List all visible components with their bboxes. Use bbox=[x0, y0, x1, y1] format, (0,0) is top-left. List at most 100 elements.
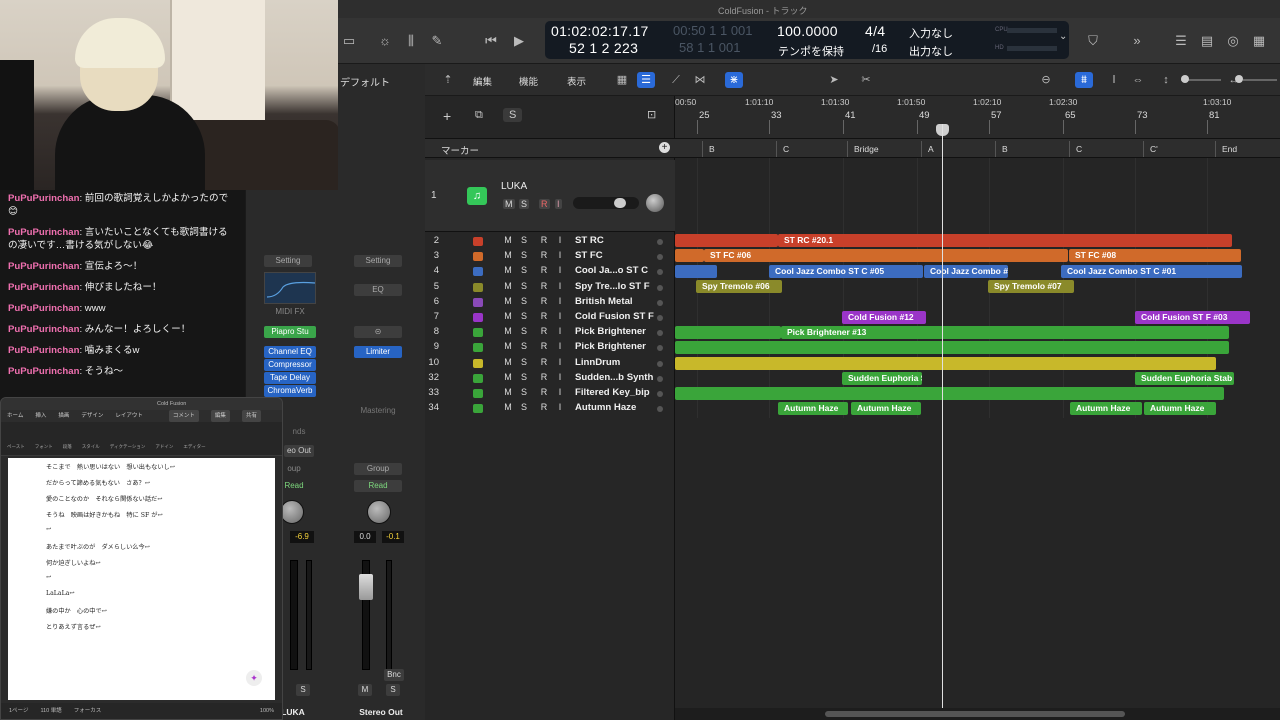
region-cool-jazz-1[interactable]: Cool Jazz Combo ST C #05 bbox=[769, 265, 923, 278]
input-monitor-button[interactable]: I bbox=[555, 296, 565, 306]
track-header[interactable]: 8 M S R I Pick Brightener bbox=[425, 325, 675, 340]
list-icon[interactable]: ☰ bbox=[1172, 32, 1190, 50]
horizontal-scrollbar[interactable] bbox=[675, 708, 1280, 720]
region-pick-brightener-2[interactable] bbox=[675, 341, 1229, 354]
solo-button[interactable]: S bbox=[519, 341, 529, 351]
lyric-line[interactable]: 何か迫ぎしいよね↩ bbox=[46, 558, 101, 567]
lyric-line[interactable]: とりあえず言るぜ↩ bbox=[46, 622, 101, 631]
solo-button[interactable]: S bbox=[519, 372, 529, 382]
region-st-fc-2[interactable]: ST FC #08 bbox=[1069, 249, 1241, 262]
lyric-line[interactable]: あたまで叶ぶのが ダメらしい么今↩ bbox=[46, 542, 150, 551]
mute-button[interactable]: M bbox=[503, 250, 513, 260]
word-comment-button[interactable]: コメント bbox=[168, 410, 199, 422]
lyric-line[interactable]: LaLaLa↩ bbox=[46, 590, 75, 597]
horizontal-zoom-thumb[interactable] bbox=[1235, 75, 1243, 83]
playhead[interactable] bbox=[942, 124, 943, 720]
vertical-zoom-thumb[interactable] bbox=[1181, 75, 1189, 83]
region-sudden-euphoria-1[interactable]: Sudden Euphoria S bbox=[842, 372, 922, 385]
record-button[interactable]: R bbox=[539, 250, 549, 260]
bounce-button[interactable]: Bnc bbox=[384, 669, 404, 681]
list-view-icon[interactable]: ☰ bbox=[637, 72, 655, 88]
region-st-rc[interactable]: ST RC #20.1 bbox=[778, 234, 1232, 247]
lyric-line[interactable]: そこまで 熱い思いはない 想い出もないし↩ bbox=[46, 462, 175, 471]
ribbon-item[interactable]: ペースト bbox=[7, 444, 25, 450]
eq-button[interactable]: EQ bbox=[354, 284, 402, 296]
eq-curve-display[interactable] bbox=[264, 272, 316, 304]
shield-icon[interactable]: ⛉ bbox=[1084, 32, 1102, 50]
marker[interactable]: End bbox=[1215, 141, 1237, 157]
notepad-icon[interactable]: ▤ bbox=[1198, 32, 1216, 50]
marker[interactable]: C' bbox=[1143, 141, 1158, 157]
solo-button[interactable]: S bbox=[519, 281, 529, 291]
solo-button[interactable]: S bbox=[519, 357, 529, 367]
input-monitor-button[interactable]: I bbox=[555, 387, 565, 397]
automation-icon[interactable]: ⟋ bbox=[667, 72, 685, 88]
record-button[interactable]: R bbox=[539, 281, 549, 291]
ribbon-item[interactable]: フォント bbox=[35, 444, 53, 450]
region-st-rc-start[interactable] bbox=[675, 234, 778, 247]
word-tab[interactable]: レイアウト bbox=[115, 410, 143, 422]
region-cool-jazz-2[interactable]: Cool Jazz Combo # bbox=[924, 265, 1008, 278]
lcd-tempo[interactable]: 100.0000 bbox=[777, 23, 838, 39]
track-name[interactable]: Sudden...b Synth bbox=[575, 372, 653, 383]
region-autumn-haze[interactable]: Autumn Haze bbox=[778, 402, 848, 415]
view-menu[interactable]: 表示 bbox=[567, 74, 586, 88]
solo-button[interactable]: S bbox=[519, 250, 529, 260]
track-name[interactable]: ST RC bbox=[575, 235, 604, 246]
track-name[interactable]: Pick Brightener bbox=[575, 326, 646, 337]
input-monitor-button[interactable]: I bbox=[555, 402, 565, 412]
solo-button[interactable]: S bbox=[519, 326, 529, 336]
solo-button[interactable]: S bbox=[519, 311, 529, 321]
setting-button[interactable]: Setting bbox=[264, 255, 312, 267]
ribbon-item[interactable]: エディター bbox=[183, 444, 205, 450]
solo-button[interactable]: S bbox=[519, 296, 529, 306]
track-name[interactable]: ST FC bbox=[575, 250, 603, 261]
track-name[interactable]: Filtered Key_bip bbox=[575, 387, 650, 398]
horizontal-zoom-slider[interactable] bbox=[1243, 79, 1277, 81]
region-spy-tremolo-1[interactable]: Spy Tremolo #06 bbox=[696, 280, 782, 293]
record-button[interactable]: R bbox=[539, 372, 549, 382]
region-cold-fusion-2[interactable]: Cold Fusion ST F #03 bbox=[1135, 311, 1250, 324]
mute-button[interactable]: M bbox=[503, 372, 513, 382]
input-monitor-button[interactable]: I bbox=[555, 372, 565, 382]
input-monitor-button[interactable]: I bbox=[555, 281, 565, 291]
waveform-zoom-icon[interactable]: ⩩ bbox=[1075, 72, 1093, 88]
word-tab[interactable]: 描画 bbox=[58, 410, 69, 422]
track-name[interactable]: Cool Ja...o ST C bbox=[575, 265, 648, 276]
mute-button-out[interactable]: M bbox=[358, 684, 372, 696]
mute-button[interactable]: M bbox=[503, 281, 513, 291]
duplicate-track-button[interactable]: ⧉ bbox=[475, 109, 483, 122]
fader-cap-out[interactable] bbox=[359, 574, 373, 600]
record-button[interactable]: R bbox=[539, 341, 549, 351]
pan-knob-out[interactable] bbox=[367, 500, 391, 524]
edit-menu[interactable]: 編集 bbox=[473, 74, 492, 88]
record-button[interactable]: R bbox=[539, 235, 549, 245]
lcd-division[interactable]: /16 bbox=[872, 43, 887, 55]
library-icon[interactable]: ▭ bbox=[340, 32, 358, 50]
input-monitor-button[interactable]: I bbox=[555, 265, 565, 275]
marker[interactable]: B bbox=[702, 141, 715, 157]
editor-icon[interactable]: ✎ bbox=[428, 32, 446, 50]
track-header[interactable]: 6 M S R I British Metal bbox=[425, 295, 675, 310]
region-st-fc[interactable]: ST FC #06 bbox=[704, 249, 1068, 262]
mute-button[interactable]: M bbox=[503, 311, 513, 321]
scrollbar-thumb[interactable] bbox=[825, 711, 1125, 717]
track-name[interactable]: Pick Brightener bbox=[575, 341, 646, 352]
track-header[interactable]: 4 M S R I Cool Ja...o ST C bbox=[425, 264, 675, 279]
mute-button[interactable]: M bbox=[503, 357, 513, 367]
ribbon-item[interactable]: 段落 bbox=[63, 444, 72, 450]
volume-thumb[interactable] bbox=[614, 198, 626, 208]
track-header[interactable]: 32 M S R I Sudden...b Synth bbox=[425, 371, 675, 386]
track-header[interactable]: 5 M S R I Spy Tre...lo ST F bbox=[425, 280, 675, 295]
vertical-zoom-icon[interactable]: ↕ bbox=[1157, 72, 1175, 88]
record-button[interactable]: R bbox=[539, 296, 549, 306]
record-button[interactable]: R bbox=[539, 402, 549, 412]
pan-knob[interactable] bbox=[646, 194, 664, 212]
solo-button[interactable]: S bbox=[519, 265, 529, 275]
region-sudden-euphoria-2[interactable]: Sudden Euphoria Stab bbox=[1135, 372, 1234, 385]
marker[interactable]: C bbox=[776, 141, 789, 157]
secondary-tool-icon[interactable]: ✂ bbox=[857, 72, 875, 88]
region-cold-fusion-1[interactable]: Cold Fusion #12 bbox=[842, 311, 926, 324]
solo-button[interactable]: S bbox=[519, 235, 529, 245]
word-edit-button[interactable]: 編集 bbox=[210, 410, 230, 422]
